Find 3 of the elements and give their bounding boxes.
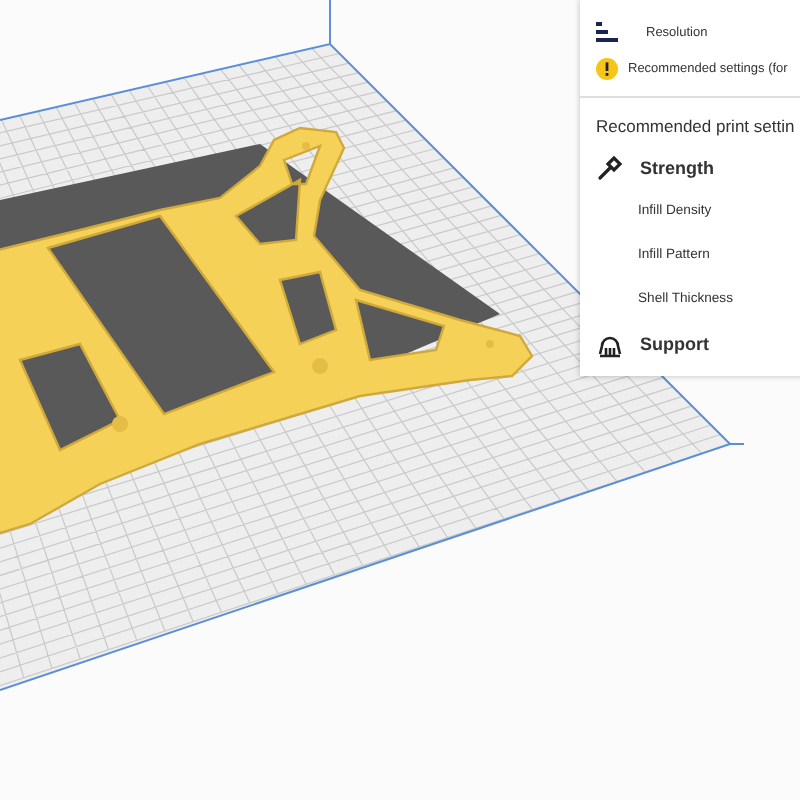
section-title: Strength: [640, 158, 714, 178]
panel-heading: Recommended print settin: [596, 114, 797, 140]
section-title: Support: [640, 334, 709, 354]
